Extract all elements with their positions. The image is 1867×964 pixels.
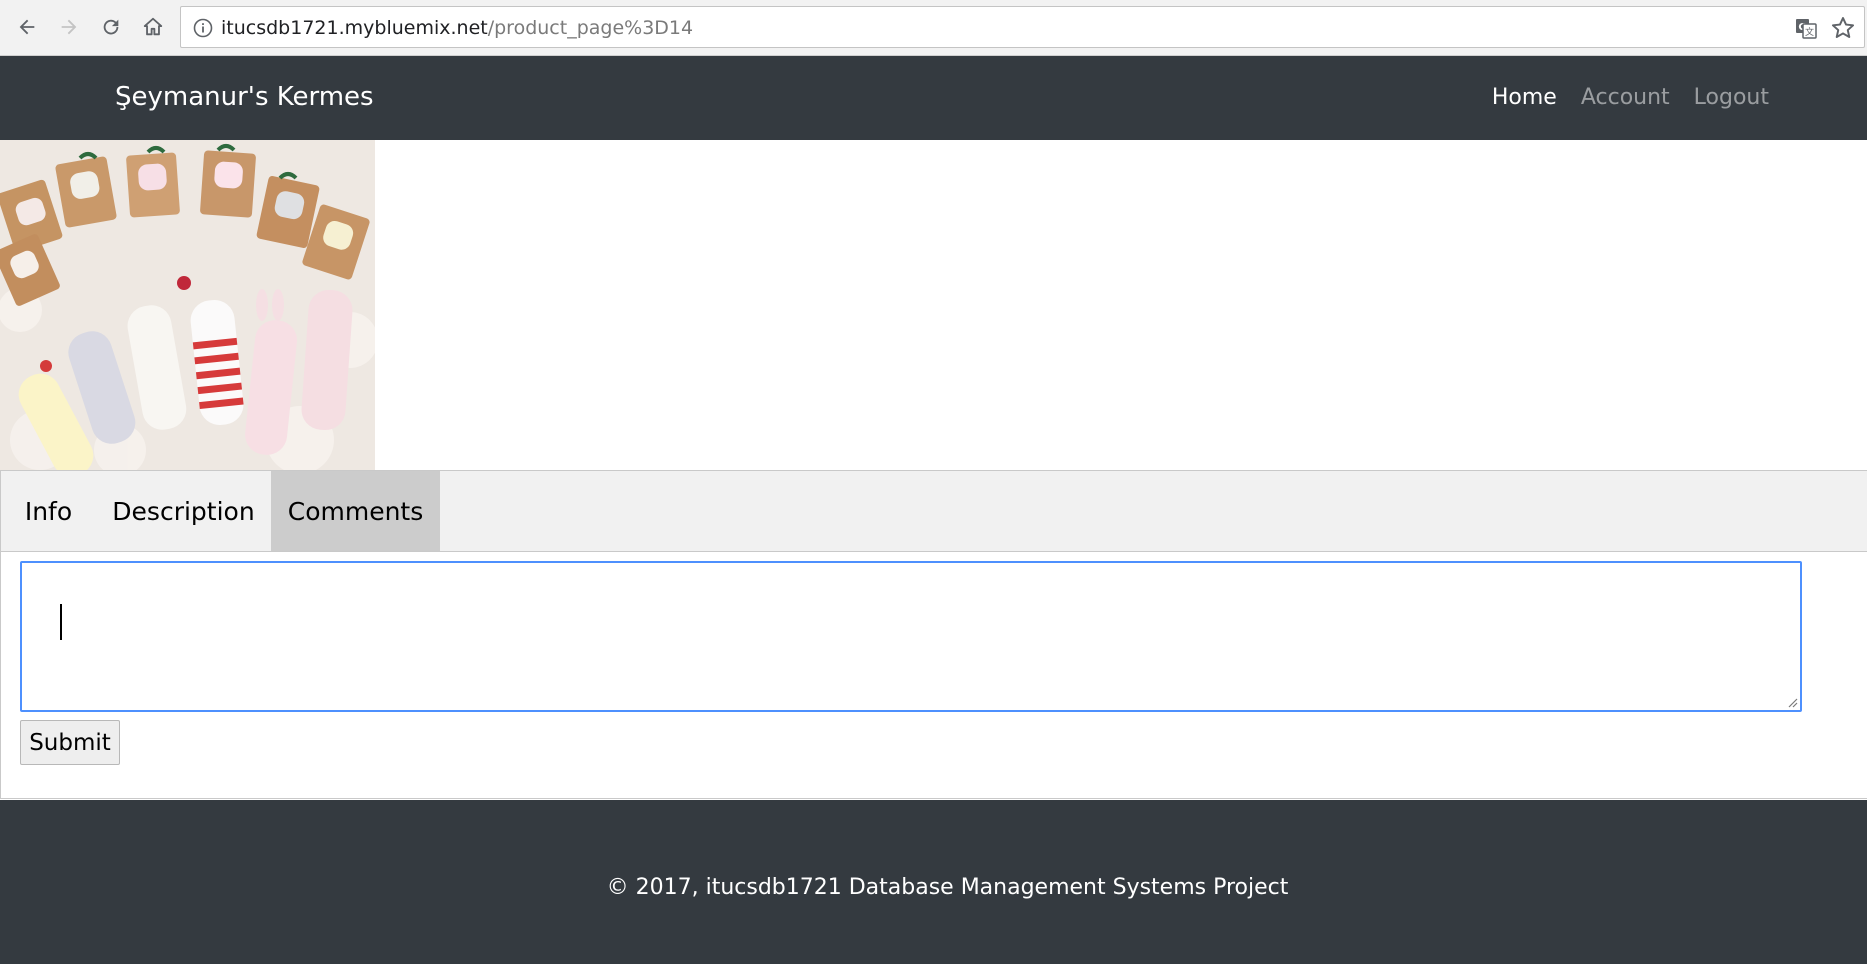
- tab-comments[interactable]: Comments: [271, 471, 440, 551]
- info-icon[interactable]: [193, 18, 213, 38]
- translate-icon[interactable]: G 文: [1794, 16, 1818, 40]
- product-tabs: Info Description Comments: [0, 470, 1867, 552]
- star-icon[interactable]: [1830, 15, 1856, 41]
- address-bar[interactable]: itucsdb1721.mybluemix.net/product_page%3…: [180, 6, 1865, 48]
- product-photo-socks: [0, 140, 375, 470]
- submit-button[interactable]: Submit: [20, 720, 120, 765]
- tab-description[interactable]: Description: [96, 471, 271, 551]
- url-path: /product_page%3D14: [487, 17, 694, 39]
- forward-arrow-icon[interactable]: [54, 12, 84, 42]
- site-footer: © 2017, itucsdb1721 Database Management …: [0, 800, 1867, 964]
- home-icon[interactable]: [138, 12, 168, 42]
- comments-panel: Submit: [0, 552, 1867, 799]
- text-caret: [60, 604, 62, 640]
- product-image: [0, 140, 375, 470]
- nav-link-home[interactable]: Home: [1492, 85, 1557, 110]
- comment-textarea[interactable]: [20, 561, 1802, 712]
- footer-copyright: © 2017, itucsdb1721 Database Management …: [606, 875, 1289, 900]
- tab-info[interactable]: Info: [1, 471, 96, 551]
- resize-handle-icon[interactable]: [1786, 696, 1798, 708]
- browser-toolbar: itucsdb1721.mybluemix.net/product_page%3…: [0, 0, 1867, 56]
- nav-link-logout[interactable]: Logout: [1694, 85, 1769, 110]
- back-arrow-icon[interactable]: [12, 12, 42, 42]
- nav-links: Home Account Logout: [1492, 85, 1769, 110]
- nav-link-account[interactable]: Account: [1581, 85, 1670, 110]
- url-text: itucsdb1721.mybluemix.net/product_page%3…: [221, 17, 693, 39]
- reload-icon[interactable]: [96, 12, 126, 42]
- svg-text:文: 文: [1805, 26, 1814, 38]
- site-navbar: Şeymanur's Kermes Home Account Logout: [0, 56, 1867, 140]
- site-brand[interactable]: Şeymanur's Kermes: [115, 82, 374, 112]
- url-host: itucsdb1721.mybluemix.net: [221, 17, 488, 39]
